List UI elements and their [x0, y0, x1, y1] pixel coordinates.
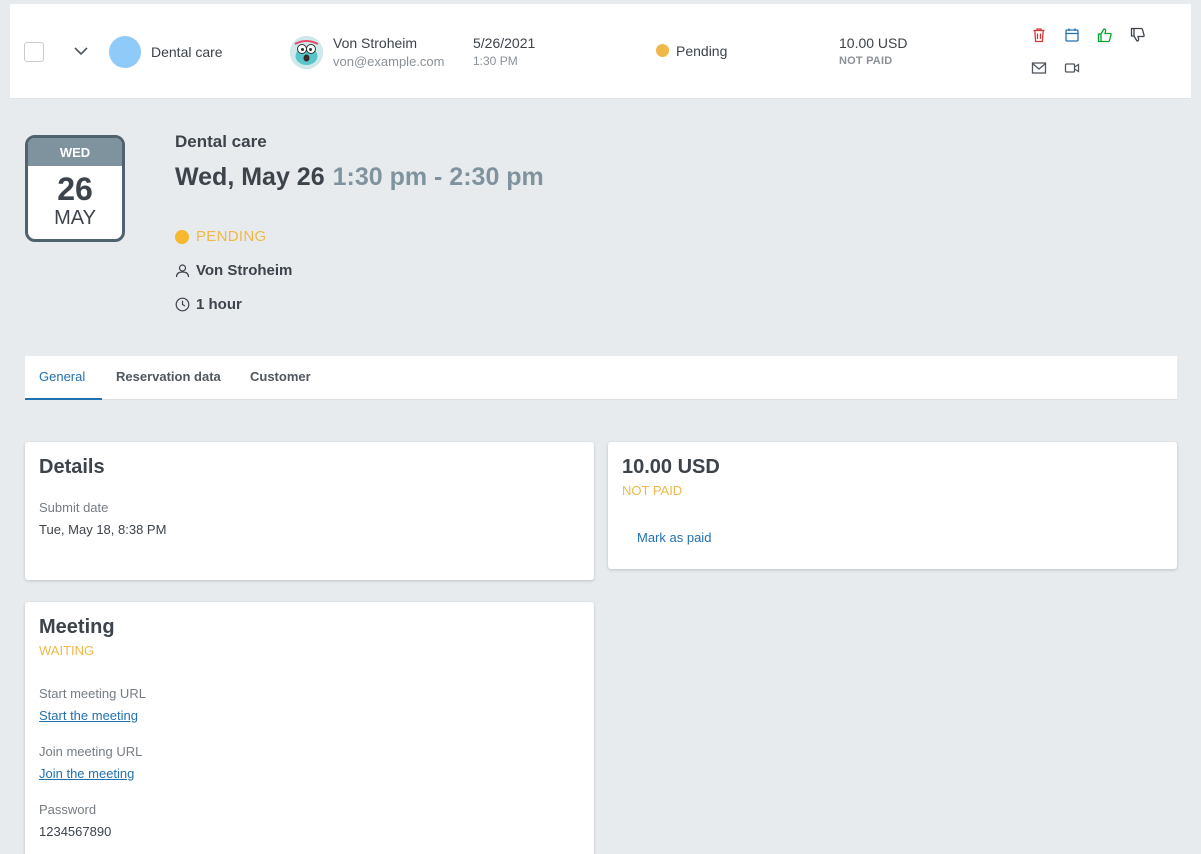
calendar-month: MAY — [54, 207, 96, 229]
tab-reservation-data[interactable]: Reservation data — [102, 356, 235, 400]
detail-date-line: Wed, May 26 1:30 pm - 2:30 pm — [175, 163, 544, 192]
join-meeting-url-label: Join meeting URL — [39, 744, 143, 759]
payment-status-label: NOT PAID — [622, 483, 683, 498]
thumbs-down-icon[interactable] — [1129, 26, 1147, 44]
trash-icon[interactable] — [1030, 26, 1048, 44]
clock-icon — [175, 297, 190, 312]
booking-time: 1:30 PM — [473, 54, 518, 68]
detail-service-name: Dental care — [175, 132, 267, 151]
video-icon[interactable] — [1063, 59, 1081, 77]
email-icon[interactable] — [1030, 59, 1048, 77]
start-meeting-url-label: Start meeting URL — [39, 686, 146, 701]
meeting-title: Meeting — [39, 616, 115, 638]
password-label: Password — [39, 802, 97, 817]
tab-general[interactable]: General — [25, 356, 102, 400]
calendar-day: 26 — [57, 171, 93, 207]
customer-name: Von Stroheim — [333, 35, 418, 51]
status-label: Pending — [676, 43, 728, 59]
mark-as-paid-button[interactable]: Mark as paid — [637, 530, 711, 545]
calendar-badge: WED 26 MAY — [25, 135, 125, 242]
booking-date: 5/26/2021 — [473, 35, 536, 51]
detail-customer: Von Stroheim — [196, 262, 293, 279]
tab-bar: General Reservation data Customer — [25, 356, 1177, 400]
customer-email: von@example.com — [333, 54, 445, 69]
detail-duration: 1 hour — [196, 296, 242, 313]
service-color-dot — [109, 36, 141, 68]
customer-avatar — [290, 36, 323, 69]
payment-card: 10.00 USD NOT PAID Mark as paid — [608, 442, 1177, 569]
booking-row[interactable]: Dental care Von Stroheim von@example.com… — [10, 4, 1191, 99]
details-title: Details — [39, 456, 105, 478]
detail-time-range: 1:30 pm - 2:30 pm — [332, 163, 544, 191]
calendar-icon[interactable] — [1063, 26, 1081, 44]
payment-amount: 10.00 USD — [622, 456, 720, 478]
submit-date-label: Submit date — [39, 500, 109, 515]
chevron-down-icon[interactable] — [72, 42, 90, 60]
join-meeting-link[interactable]: Join the meeting — [39, 766, 134, 781]
start-meeting-link[interactable]: Start the meeting — [39, 708, 138, 723]
price: 10.00 USD — [839, 35, 908, 51]
submit-date-value: Tue, May 18, 8:38 PM — [39, 522, 167, 537]
detail-status: PENDING — [196, 228, 267, 245]
meeting-card: Meeting WAITING Start meeting URL Start … — [25, 602, 594, 854]
payment-status: NOT PAID — [839, 55, 893, 67]
meeting-status: WAITING — [39, 643, 95, 658]
service-name: Dental care — [151, 44, 223, 60]
user-icon — [175, 264, 190, 278]
tab-customer[interactable]: Customer — [236, 356, 325, 400]
password-value: 1234567890 — [39, 824, 112, 839]
calendar-weekday: WED — [28, 138, 122, 166]
row-checkbox[interactable] — [24, 42, 44, 62]
detail-status-dot — [175, 230, 189, 244]
status-dot — [656, 44, 669, 57]
detail-date: Wed, May 26 — [175, 163, 325, 191]
details-card: Details Submit date Tue, May 18, 8:38 PM — [25, 442, 594, 580]
thumbs-up-icon[interactable] — [1096, 26, 1114, 44]
